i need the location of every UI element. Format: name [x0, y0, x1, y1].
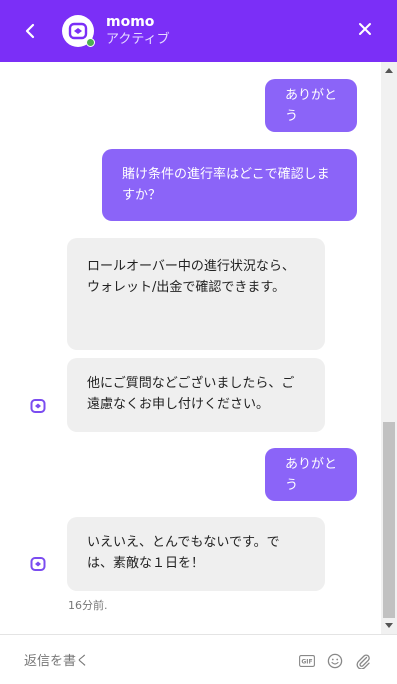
- svg-text:GIF: GIF: [301, 659, 312, 666]
- scroll-down-icon[interactable]: [385, 623, 393, 628]
- scroll-thumb[interactable]: [383, 422, 395, 618]
- attachment-icon: [356, 654, 370, 669]
- bot-logo-icon: [68, 22, 88, 40]
- bot-avatar-icon: [30, 557, 46, 571]
- reply-input[interactable]: [24, 651, 274, 671]
- close-icon: [359, 23, 371, 35]
- user-message: 賭け条件の進行率はどこで確認しますか？: [102, 149, 357, 221]
- gif-icon: GIF: [299, 655, 315, 667]
- gif-button[interactable]: GIF: [299, 653, 315, 669]
- user-message: ありがとう: [265, 79, 357, 132]
- bot-message: いえいえ、とんでもないです。では、素敵な１日を！: [67, 517, 325, 591]
- scroll-up-icon[interactable]: [385, 68, 393, 73]
- scrollbar[interactable]: [381, 62, 397, 634]
- back-button[interactable]: [20, 21, 40, 41]
- agent-status: アクティブ: [106, 31, 170, 47]
- user-message: ありがとう: [265, 448, 357, 501]
- emoji-button[interactable]: [327, 653, 343, 669]
- close-button[interactable]: [355, 19, 375, 39]
- attachment-button[interactable]: [355, 653, 371, 669]
- message-list[interactable]: ありがとう 賭け条件の進行率はどこで確認しますか？ ロールオーバー中の進行状況な…: [0, 62, 381, 634]
- emoji-icon: [327, 653, 343, 669]
- bot-message: 他にご質問などございましたら、ご遠慮なくお申し付けください。: [67, 358, 325, 432]
- agent-avatar: [62, 15, 95, 47]
- bot-avatar-icon: [30, 399, 46, 413]
- back-arrow-icon: [25, 23, 35, 39]
- online-status-dot: [86, 38, 95, 47]
- composer: GIF: [0, 634, 397, 684]
- chat-header: momo アクティブ: [0, 0, 397, 62]
- agent-name: momo: [106, 13, 155, 30]
- bot-message: ロールオーバー中の進行状況なら、ウォレット/出金で確認できます。: [67, 238, 325, 350]
- message-timestamp: 16分前.: [68, 599, 108, 612]
